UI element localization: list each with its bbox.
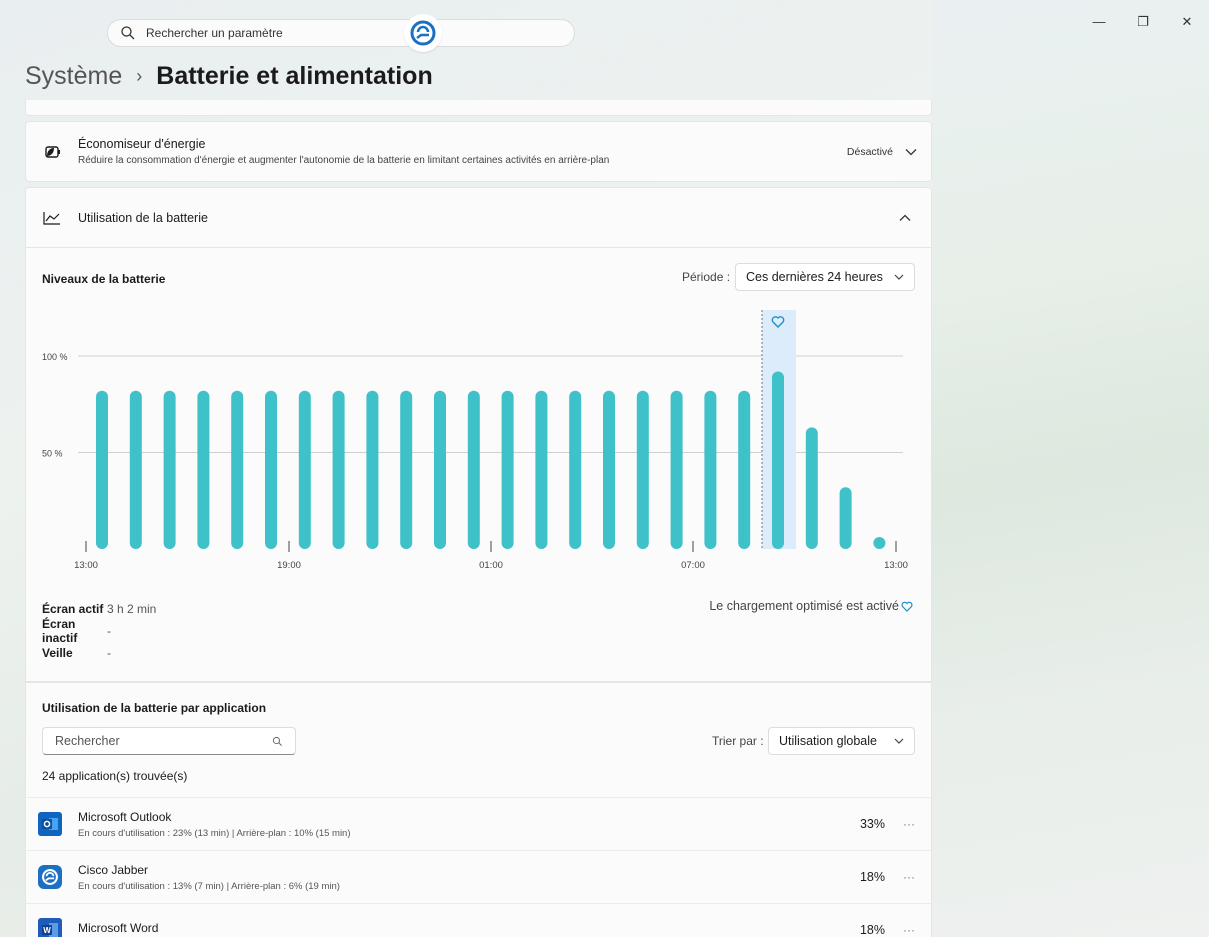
app-name: Cisco Jabber [78, 862, 149, 877]
stat-label: Écran actif [42, 602, 104, 616]
optimized-charging-status: Le chargement optimisé est activé [709, 599, 913, 613]
battery-bar [163, 390, 176, 549]
battery-bar [569, 390, 582, 549]
battery-bar [265, 390, 277, 549]
app-list-item[interactable]: Cisco Jabber En cours d'utilisation : 13… [26, 850, 931, 903]
battery-bar [805, 427, 818, 549]
stat-label: Veille [42, 646, 73, 660]
more-options-icon[interactable]: ··· [899, 923, 919, 937]
stat-row: Écran inactif - [42, 617, 156, 645]
svg-text:W: W [43, 926, 51, 935]
stat-value: - [107, 624, 111, 638]
energy-saver-card[interactable]: Économiseur d'énergie Réduire la consomm… [25, 121, 932, 182]
settings-search-input[interactable]: Rechercher un paramètre [107, 19, 575, 47]
battery-bar [298, 390, 311, 549]
app-usage-percent: 33% [859, 817, 885, 831]
apps-count: 24 application(s) trouvée(s) [42, 769, 188, 783]
app-usage-percent: 18% [859, 923, 885, 937]
page-title: Batterie et alimentation [156, 62, 433, 90]
battery-bar [603, 390, 615, 549]
app-list-item[interactable]: Microsoft Outlook En cours d'utilisation… [26, 797, 931, 850]
app-name: Microsoft Word [78, 921, 159, 935]
battery-bar [535, 390, 548, 549]
battery-bar [704, 390, 717, 549]
battery-level-chart: 100 % 50 % 13:00 19:00 01:00 07:00 13:00 [42, 310, 908, 571]
sort-dropdown[interactable]: Utilisation globale [768, 727, 915, 755]
battery-bar [636, 390, 649, 549]
energy-saver-icon [40, 145, 64, 159]
cisco-jabber-logo-icon [404, 14, 442, 52]
sort-label: Trier par : [712, 734, 764, 748]
battery-bar [366, 390, 379, 549]
stat-value: - [107, 646, 111, 660]
energy-saver-status: Désactivé [846, 145, 893, 158]
outlook-icon [38, 812, 62, 836]
energy-saver-title: Économiseur d'énergie [78, 137, 206, 151]
battery-bar [96, 390, 108, 549]
chevron-down-icon[interactable] [905, 148, 917, 156]
battery-bar [467, 390, 480, 549]
word-icon: W [38, 918, 62, 937]
screen-stats: Écran actif 3 h 2 min Écran inactif - Veil… [42, 598, 156, 664]
battery-bar [231, 390, 244, 549]
window-controls: — ❐ ✕ [1089, 14, 1197, 30]
apps-section-title: Utilisation de la batterie par applicati… [42, 701, 267, 715]
stat-value: 3 h 2 min [107, 602, 157, 616]
heart-battery-icon [901, 601, 913, 612]
stat-row: Veille - [42, 642, 156, 664]
minimize-button[interactable]: — [1089, 14, 1109, 30]
x-tick-label: 19:00 [277, 560, 301, 571]
battery-usage-label: Utilisation de la batterie [78, 210, 208, 225]
app-usage-percent: 18% [859, 870, 885, 884]
window-background [932, 0, 1209, 937]
search-icon [121, 26, 135, 40]
battery-bar [434, 390, 446, 549]
jabber-icon [38, 865, 62, 889]
app-usage-detail: En cours d'utilisation : 13% (7 min) | A… [78, 880, 340, 892]
app-name: Microsoft Outlook [78, 809, 172, 824]
app-battery-usage-card: Utilisation de la batterie par applicati… [25, 682, 932, 937]
optimized-charging-text: Le chargement optimisé est activé [709, 599, 899, 613]
apps-search-input[interactable]: Rechercher [42, 727, 296, 755]
restore-button[interactable]: ❐ [1133, 14, 1153, 30]
x-tick-label: 07:00 [681, 560, 705, 571]
y-tick-label: 100 % [42, 352, 68, 362]
line-chart-icon [40, 211, 64, 225]
more-options-icon[interactable]: ··· [899, 870, 919, 884]
energy-saver-description: Réduire la consommation d'énergie et aug… [78, 155, 610, 166]
battery-bar [197, 390, 210, 549]
battery-bar [772, 371, 784, 549]
y-tick-label: 50 % [42, 449, 63, 459]
breadcrumb-parent[interactable]: Système [25, 62, 122, 91]
chevron-right-icon: › [136, 66, 143, 86]
battery-bar [873, 537, 886, 549]
stat-label: Écran inactif [42, 617, 78, 645]
app-usage-detail: En cours d'utilisation : 23% (13 min) | … [78, 827, 351, 839]
search-placeholder: Rechercher un paramètre [146, 26, 283, 40]
battery-bar [332, 390, 345, 549]
battery-bar [129, 390, 142, 549]
x-tick-label: 13:00 [74, 560, 98, 571]
previous-card-edge [25, 100, 932, 116]
battery-bar [738, 390, 751, 549]
battery-bar [501, 390, 514, 549]
more-options-icon[interactable]: ··· [899, 817, 919, 831]
apps-search-placeholder: Rechercher [55, 734, 120, 748]
battery-levels-card: Niveaux de la batterie Période : Ces der… [25, 248, 932, 682]
sort-value: Utilisation globale [779, 734, 877, 748]
search-icon [272, 736, 282, 746]
breadcrumb: Système › Batterie et alimentation [25, 62, 433, 91]
battery-bar [839, 487, 852, 549]
close-button[interactable]: ✕ [1177, 14, 1197, 30]
app-list-item[interactable]: W Microsoft Word 18% ··· [26, 903, 931, 937]
battery-bar [400, 390, 413, 549]
battery-usage-header[interactable]: Utilisation de la batterie [25, 187, 932, 248]
chevron-down-icon [894, 738, 904, 744]
x-tick-label: 13:00 [884, 560, 908, 571]
battery-bar [670, 390, 683, 549]
chevron-up-icon[interactable] [899, 214, 911, 222]
x-tick-label: 01:00 [479, 560, 503, 571]
